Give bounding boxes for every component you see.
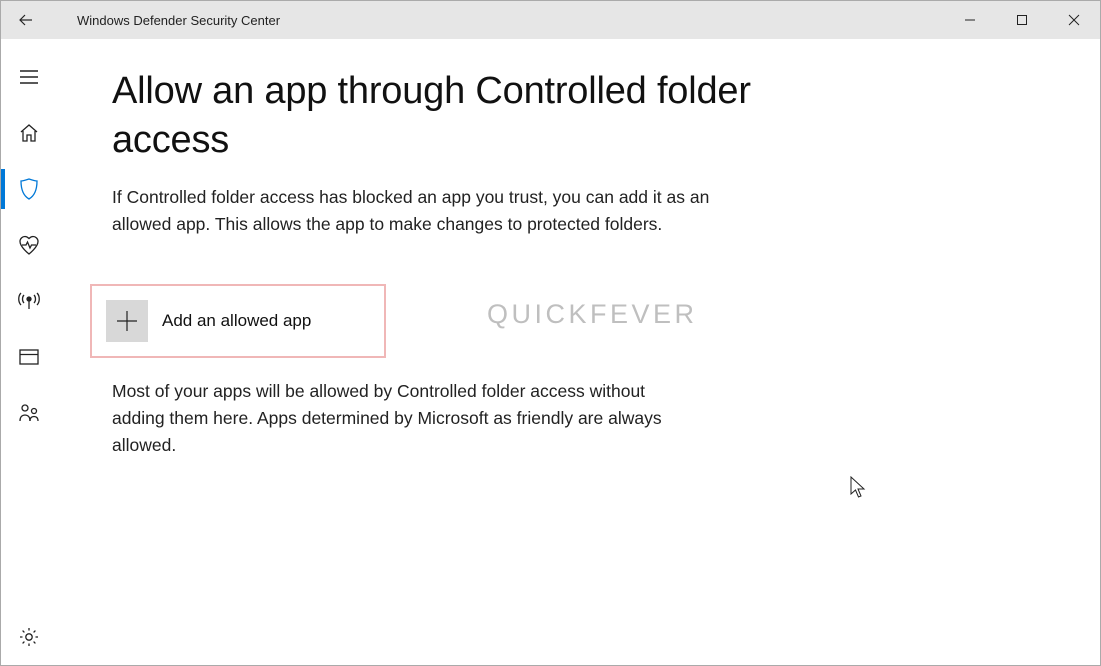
back-arrow-icon [17,11,35,29]
sidebar-item-home[interactable] [1,105,57,161]
close-button[interactable] [1048,1,1100,39]
app-control-icon [18,347,40,367]
plus-icon [114,308,140,334]
watermark-overlay: QUICKFEVER [487,299,698,330]
sidebar-item-device-performance[interactable] [1,217,57,273]
sidebar-item-family[interactable] [1,385,57,441]
window-controls [944,1,1100,39]
sidebar-item-firewall[interactable] [1,273,57,329]
sidebar-item-virus-protection[interactable] [1,161,57,217]
shield-icon [18,177,40,201]
sidebar [1,39,57,665]
back-button[interactable] [1,1,51,39]
body-area: Allow an app through Controlled folder a… [1,39,1100,665]
add-allowed-app-button[interactable]: Add an allowed app [106,300,368,342]
plus-box [106,300,148,342]
sidebar-item-app-browser[interactable] [1,329,57,385]
app-title: Windows Defender Security Center [77,13,280,28]
gear-icon [18,626,40,648]
page-title: Allow an app through Controlled folder a… [112,67,762,166]
content-area: Allow an app through Controlled folder a… [57,39,1100,665]
sidebar-item-settings[interactable] [1,609,57,665]
note-text: Most of your apps will be allowed by Con… [112,378,687,459]
close-icon [1068,14,1080,26]
family-icon [17,402,41,424]
page-description: If Controlled folder access has blocked … [112,184,732,238]
minimize-button[interactable] [944,1,996,39]
broadcast-icon [17,290,41,312]
highlight-frame: Add an allowed app [90,284,386,358]
hamburger-icon [19,69,39,85]
minimize-icon [964,14,976,26]
maximize-button[interactable] [996,1,1048,39]
heart-pulse-icon [17,234,41,256]
home-icon [18,122,40,144]
maximize-icon [1016,14,1028,26]
cursor-icon [850,476,868,500]
add-button-label: Add an allowed app [162,311,311,331]
sidebar-menu-button[interactable] [1,49,57,105]
titlebar: Windows Defender Security Center [1,1,1100,39]
